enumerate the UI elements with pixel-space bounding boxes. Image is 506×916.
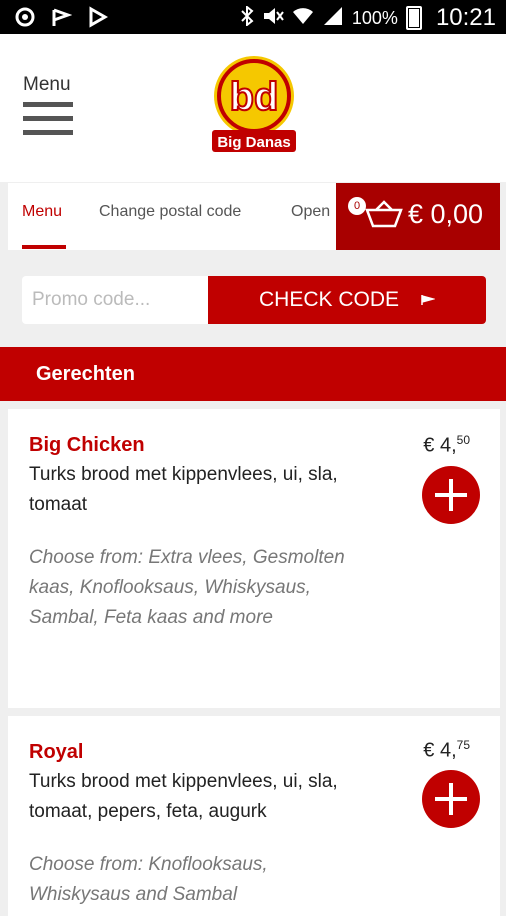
status-bar: 100% 10:21 <box>0 0 506 34</box>
battery-icon <box>405 6 422 30</box>
tab-change-postal-code[interactable]: Change postal code <box>99 203 241 221</box>
active-tab-indicator <box>22 245 66 249</box>
wifi-icon <box>292 6 314 31</box>
item-name: Big Chicken <box>29 434 145 456</box>
bluetooth-icon <box>240 4 254 31</box>
item-options: Choose from: Knoflooksaus, Whiskysaus an… <box>29 854 268 905</box>
hamburger-menu-icon[interactable] <box>23 102 73 144</box>
cart-total: € 0,00 <box>408 199 484 229</box>
signal-icon <box>322 6 344 31</box>
brand-logo[interactable]: bd Big Danas <box>208 52 300 161</box>
app-header: Menu bd Big Danas <box>0 34 506 182</box>
section-header: Gerechten <box>0 347 506 401</box>
flag-icon <box>421 295 436 305</box>
check-code-label: CHECK CODE <box>258 288 400 311</box>
menu-item-card[interactable]: Big Chicken € 4,50 Turks brood met kippe… <box>8 409 500 708</box>
item-description: Turks brood met kippenvlees, ui, sla, to… <box>29 771 338 822</box>
item-name: Royal <box>29 741 84 763</box>
menu-label[interactable]: Menu <box>23 74 71 96</box>
play-store-icon <box>86 6 109 28</box>
check-code-button[interactable]: CHECK CODE <box>208 276 486 324</box>
mute-icon <box>262 6 284 31</box>
tab-open[interactable]: Open <box>291 203 330 221</box>
tab-menu[interactable]: Menu <box>22 203 62 221</box>
item-description: Turks brood met kippenvlees, ui, sla, to… <box>29 464 338 515</box>
svg-text:bd: bd <box>230 75 279 119</box>
add-to-cart-button[interactable] <box>422 466 480 524</box>
notification-icon <box>14 6 36 28</box>
cart-button[interactable]: 0 € 0,00 <box>336 183 500 250</box>
flag-icon <box>50 6 73 28</box>
item-options: Choose from: Extra vlees, Gesmolten kaas… <box>29 547 345 628</box>
menu-item-card[interactable]: Royal € 4,75 Turks brood met kippenvlees… <box>8 716 500 916</box>
promo-code-input[interactable] <box>22 276 208 324</box>
item-price: € 4,50 <box>423 433 470 457</box>
svg-text:Big Danas: Big Danas <box>217 134 290 151</box>
section-title: Gerechten <box>36 363 135 385</box>
clock: 10:21 <box>435 4 496 31</box>
basket-icon <box>365 200 403 228</box>
add-to-cart-button[interactable] <box>422 770 480 828</box>
item-price: € 4,75 <box>423 738 470 762</box>
battery-percent: 100% <box>351 7 398 28</box>
tab-bar: Menu Change postal code Open <box>8 183 336 250</box>
